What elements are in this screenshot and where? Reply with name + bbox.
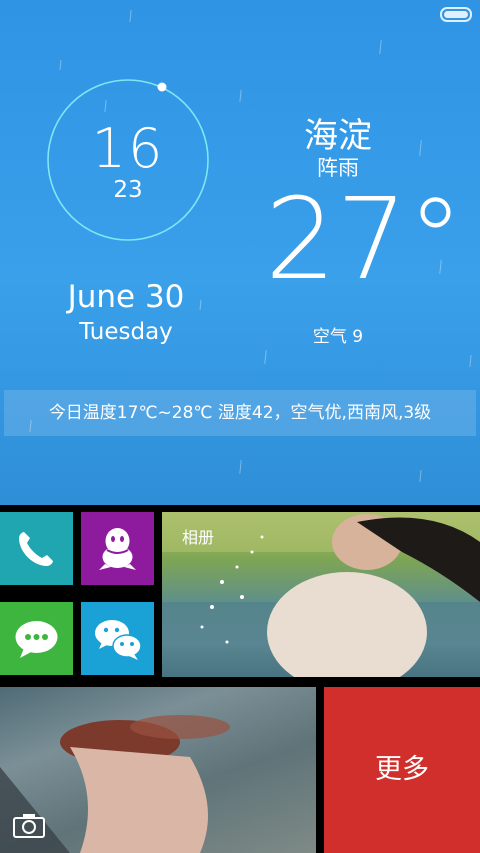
- camera-icon[interactable]: [12, 811, 46, 839]
- photo-image: [0, 715, 230, 853]
- tile-photo[interactable]: [0, 687, 316, 853]
- phone-icon: [19, 532, 53, 566]
- weather-summary-text: 今日温度17℃~28℃ 湿度42，空气优,西南风,3级: [48, 403, 432, 423]
- tile-phone[interactable]: [0, 512, 73, 585]
- date-label: June 30: [67, 279, 185, 315]
- air-quality: 空气 9: [312, 327, 364, 347]
- tile-wechat[interactable]: [81, 602, 154, 675]
- more-label: 更多: [375, 754, 429, 785]
- wechat-icon: [95, 620, 142, 660]
- temperature: 27°: [265, 175, 464, 305]
- city-name: 海淀: [304, 116, 372, 156]
- more-button[interactable]: 更多: [324, 687, 480, 853]
- tile-qq[interactable]: [81, 512, 154, 585]
- message-icon: [15, 621, 58, 658]
- weekday-label: Tuesday: [79, 319, 173, 345]
- weather-summary-banner: 今日温度17℃~28℃ 湿度42，空气优,西南风,3级: [4, 390, 476, 436]
- tile-messages[interactable]: [0, 602, 73, 675]
- qq-penguin-icon: [99, 528, 136, 570]
- clock-minute: 23: [113, 177, 143, 203]
- clock-hour: 16: [91, 117, 165, 180]
- album-label: 相册: [182, 528, 215, 547]
- tile-album[interactable]: 相册: [162, 512, 480, 677]
- battery-icon: [440, 7, 472, 22]
- weather-widget[interactable]: 16 23 June 30 Tuesday 海淀 阵雨 27° 空气 9 今日温…: [0, 0, 480, 505]
